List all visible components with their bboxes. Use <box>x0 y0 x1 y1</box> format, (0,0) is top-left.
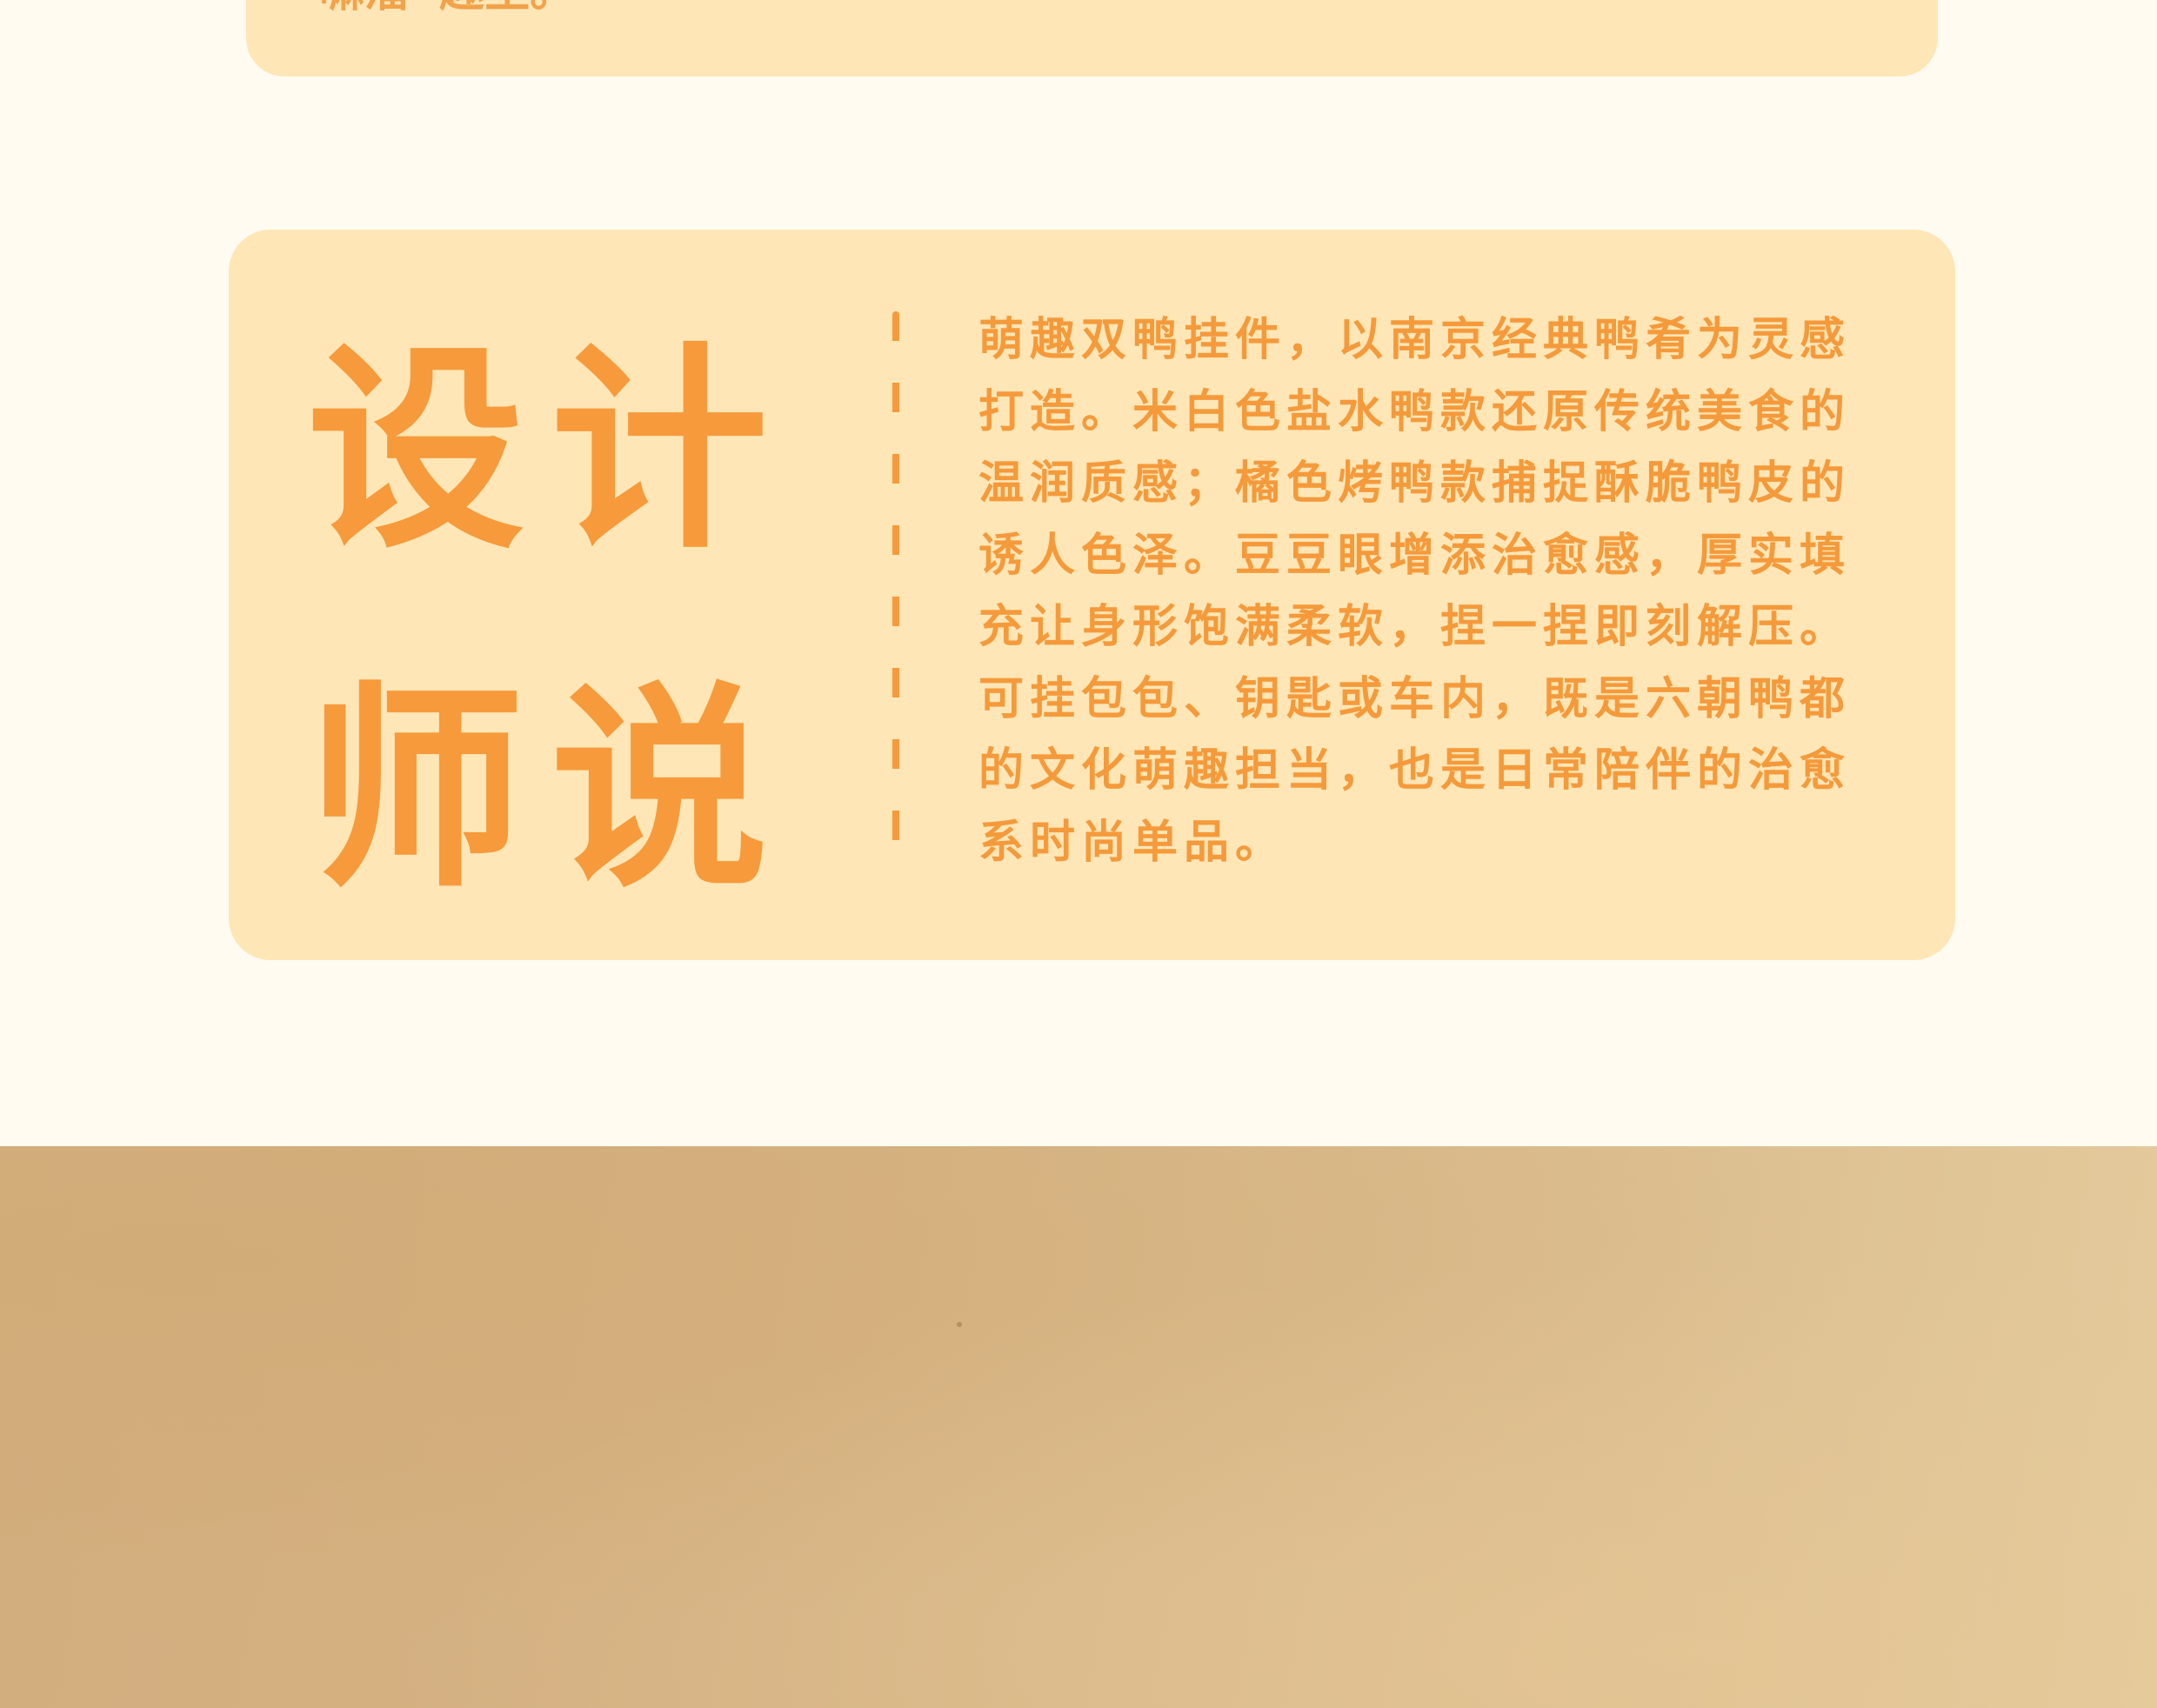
product-photo-background <box>0 1146 2157 1708</box>
dashed-divider <box>892 311 899 868</box>
photo-speck <box>957 1322 962 1327</box>
designer-description: 萌趣双鸭挂件，以南京经典鸭肴为灵感打造。米白色盐水鸭款还原传统美食的温润质感；橘… <box>978 314 1852 869</box>
heading-line-1: 设计 <box>307 324 794 577</box>
heading-line-2: 师说 <box>307 664 794 917</box>
decorative-glyph-fragment <box>1494 0 1807 26</box>
designer-says-card: 设计 师说 萌趣双鸭挂件，以南京经典鸭肴为灵感打造。米白色盐水鸭款还原传统美食的… <box>229 230 1955 960</box>
intro-card: 嘛溜”趣生。 <box>246 0 1938 77</box>
intro-card-text: 嘛溜”趣生。 <box>319 0 575 17</box>
designer-says-heading: 设计 师说 <box>307 282 794 960</box>
